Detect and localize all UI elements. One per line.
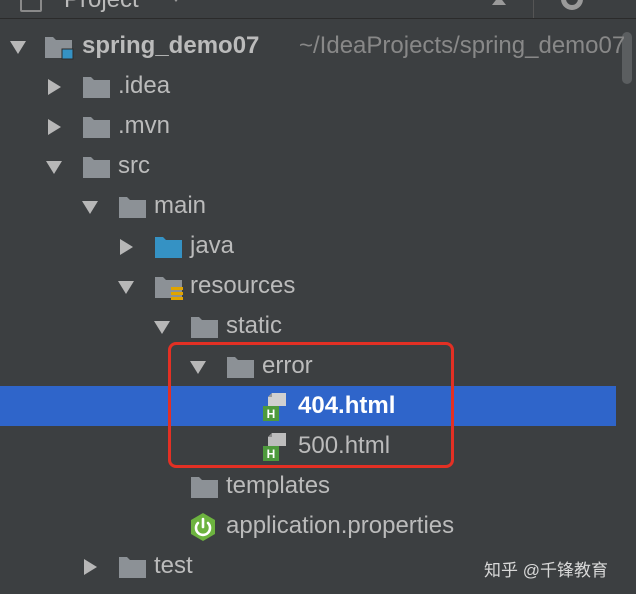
tree-item-label: src — [118, 152, 150, 179]
tree-item-404-html[interactable]: H 404.html — [0, 386, 616, 426]
panel-title[interactable]: Project — [64, 0, 139, 14]
chevron-down-icon[interactable] — [170, 0, 182, 2]
tree-item-label: error — [262, 352, 313, 379]
tree-item-resources[interactable]: resources — [0, 266, 616, 306]
project-name: spring_demo07 — [82, 32, 260, 59]
resources-folder-icon — [155, 277, 183, 300]
expand-arrow-icon[interactable] — [84, 559, 97, 575]
expand-arrow-icon[interactable] — [10, 41, 26, 54]
project-panel-header: Project — [0, 0, 636, 19]
tree-item-label: 404.html — [298, 392, 396, 419]
folder-icon — [83, 77, 110, 98]
expand-arrow-icon[interactable] — [46, 161, 62, 174]
folder-icon — [191, 317, 218, 338]
tree-item-label: test — [154, 552, 193, 579]
expand-arrow-icon[interactable] — [190, 361, 206, 374]
tree-item-label: .idea — [118, 72, 171, 99]
tree-item-project-root[interactable]: spring_demo07 ~/IdeaProjects/spring_demo… — [0, 26, 625, 66]
tree-item-application-properties[interactable]: application.properties — [0, 506, 616, 546]
watermark: 知乎 @千锋教育 — [484, 561, 608, 580]
html-icon-letter: H — [267, 407, 276, 421]
expand-arrow-icon[interactable] — [82, 201, 98, 214]
html-file-icon: H — [263, 393, 286, 421]
spring-boot-icon — [191, 513, 215, 541]
folder-icon — [119, 197, 146, 218]
tree-item-label: application.properties — [226, 512, 455, 539]
gear-icon[interactable] — [561, 0, 583, 10]
tree-item-java[interactable]: java — [0, 226, 616, 266]
expand-arrow-icon[interactable] — [118, 281, 134, 294]
folder-icon — [191, 477, 218, 498]
tree-item-label: static — [226, 312, 283, 339]
project-path: ~/IdeaProjects/spring_demo07 — [299, 32, 626, 59]
expand-arrow-icon[interactable] — [48, 79, 61, 95]
expand-arrow-icon[interactable] — [48, 119, 61, 135]
tree-item-templates[interactable]: templates — [0, 466, 616, 506]
tree-item-label: main — [154, 192, 207, 219]
expand-arrow-icon[interactable] — [154, 321, 170, 334]
tree-item-static[interactable]: static — [0, 306, 616, 346]
tree-item-label: .mvn — [118, 112, 171, 139]
html-file-icon: H — [263, 433, 286, 461]
tree-item-src[interactable]: src — [0, 146, 616, 186]
expand-arrow-icon[interactable] — [120, 239, 133, 255]
source-folder-icon — [155, 237, 182, 258]
module-folder-icon — [45, 37, 74, 60]
tree-item-label: templates — [226, 472, 331, 499]
tree-item-mvn[interactable]: .mvn — [0, 106, 616, 146]
tree-item-error[interactable]: error — [0, 346, 616, 386]
tree-item-500-html[interactable]: H 500.html — [0, 426, 616, 466]
tree-item-idea[interactable]: .idea — [0, 66, 616, 106]
tree-item-main[interactable]: main — [0, 186, 616, 226]
folder-icon — [83, 117, 110, 138]
project-view-icon — [20, 0, 42, 12]
folder-icon — [119, 557, 146, 578]
tree-item-label: resources — [190, 272, 296, 299]
collapse-all-icon[interactable] — [492, 0, 506, 5]
folder-icon — [227, 357, 254, 378]
folder-icon — [83, 157, 110, 178]
html-icon-letter: H — [267, 447, 276, 461]
toolbar-divider — [533, 0, 534, 18]
tree-item-label: 500.html — [298, 432, 391, 459]
tree-item-label: java — [190, 232, 235, 259]
